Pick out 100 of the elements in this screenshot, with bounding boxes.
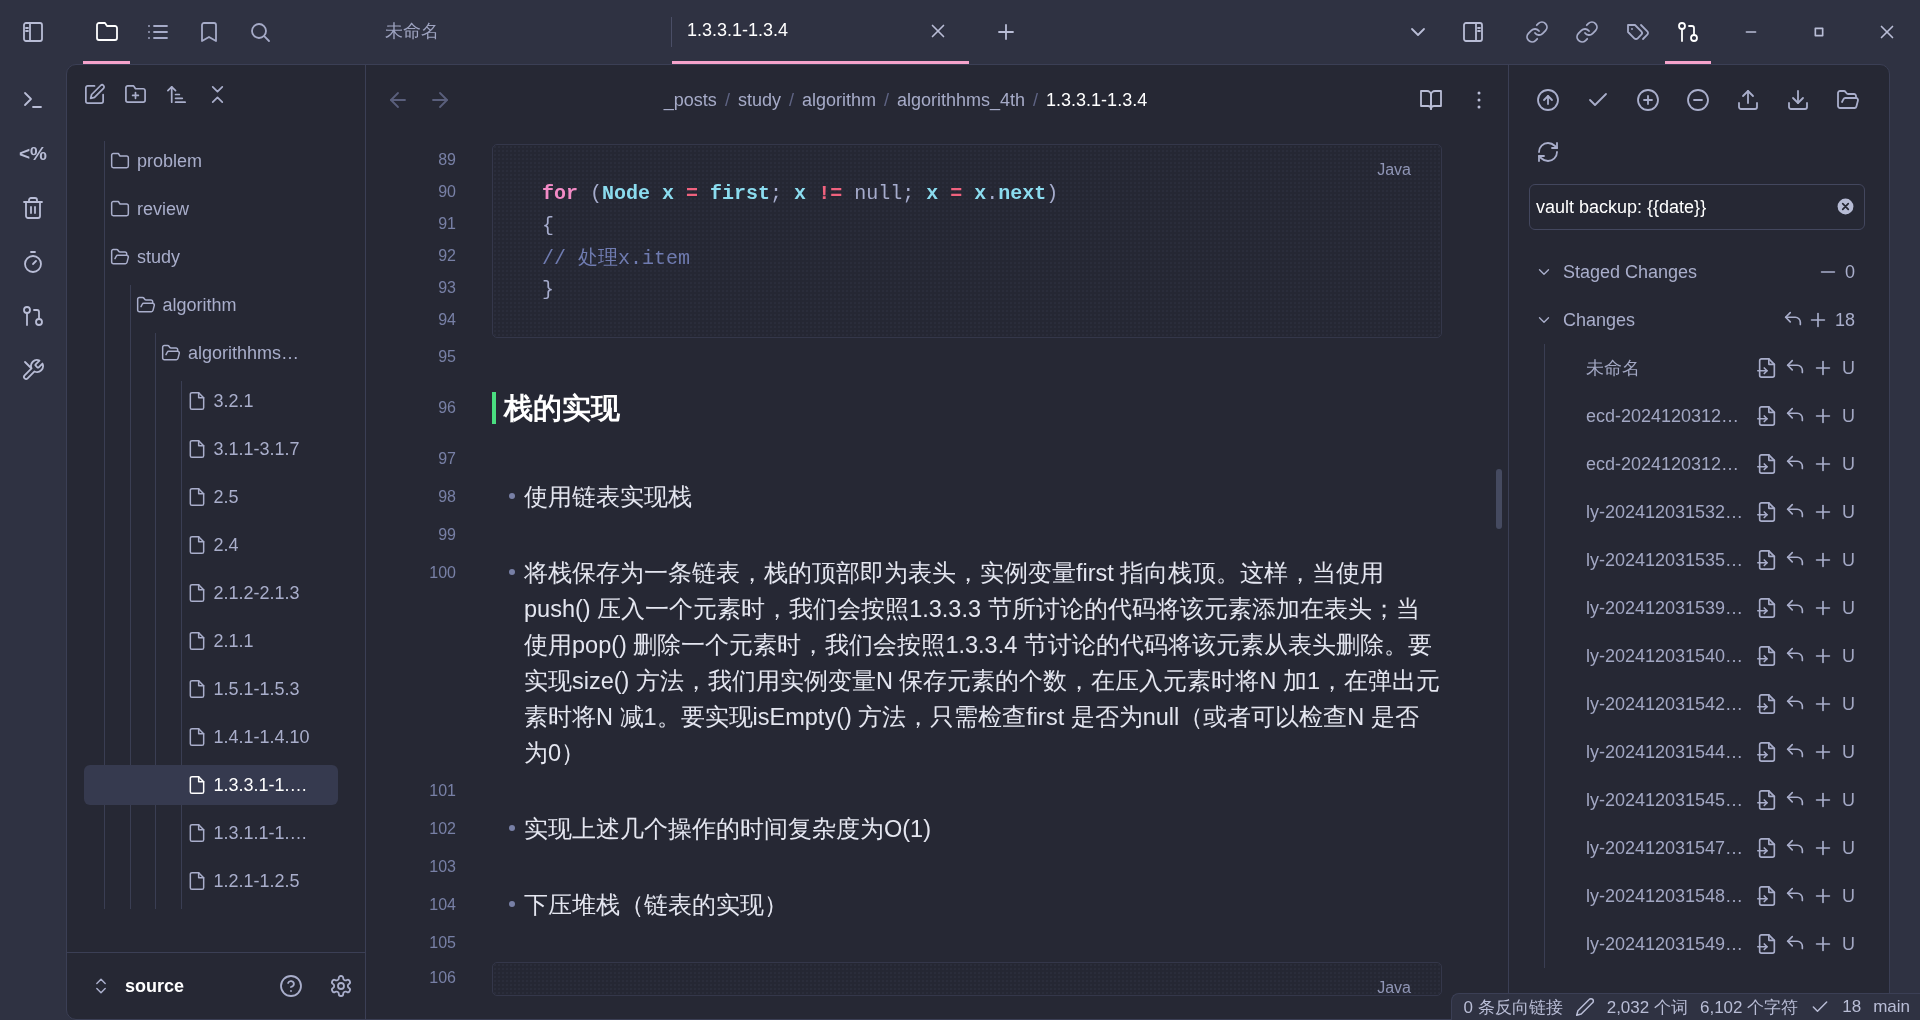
changes-count[interactable]: 18 <box>1842 997 1862 1017</box>
file-item[interactable]: 2.1.1 <box>84 621 338 661</box>
changed-file-name[interactable]: ly-202412031544… <box>1586 741 1744 763</box>
line-number: 92 <box>437 246 456 266</box>
upload-icon[interactable] <box>1736 88 1760 112</box>
open-folder-icon <box>161 343 181 363</box>
file-item[interactable]: 3.1.1-3.1.7 <box>84 429 338 469</box>
minus-circle-icon[interactable] <box>1686 88 1710 112</box>
timer-icon[interactable] <box>21 250 45 274</box>
changed-file-name[interactable]: ly-202412031545… <box>1586 789 1744 811</box>
file-status: U <box>1842 693 1855 715</box>
changed-file-name[interactable]: ly-202412031542… <box>1586 693 1744 715</box>
arrow-up-circle-icon[interactable] <box>1536 88 1560 112</box>
branch-name[interactable]: main <box>1873 997 1910 1017</box>
breadcrumb-item[interactable]: algorithhms_4th <box>897 89 1026 111</box>
code-line: // 处理x.item <box>542 245 691 271</box>
open-file-icon[interactable] <box>1756 405 1778 427</box>
changed-file-name[interactable]: ly-202412031547… <box>1586 837 1744 859</box>
list-item-text: 实现上述几个操作的时间复杂度为O(1) <box>524 815 931 844</box>
breadcrumb-item[interactable]: 1.3.3.1-1.3.4 <box>1046 89 1148 111</box>
line-number: 97 <box>437 449 456 469</box>
changed-file-name[interactable]: ly-202412031549… <box>1586 933 1744 955</box>
scrollbar-thumb[interactable] <box>1496 469 1502 529</box>
download-icon[interactable] <box>1786 88 1810 112</box>
changed-file-name[interactable]: ly-202412031540… <box>1586 645 1744 667</box>
changed-file-name[interactable]: ly-202412031532… <box>1586 501 1744 523</box>
file-status: U <box>1842 453 1855 475</box>
language-label: Java <box>1377 979 1411 997</box>
trash-icon[interactable] <box>21 196 45 220</box>
file-item[interactable]: 1.5.1-1.5.3 <box>84 669 338 709</box>
open-file-icon[interactable] <box>1756 453 1778 475</box>
open-file-icon[interactable] <box>1756 789 1778 811</box>
open-file-icon[interactable] <box>1756 693 1778 715</box>
new-folder-icon[interactable] <box>124 82 147 106</box>
staged-changes-header[interactable]: Staged Changes 0 <box>1529 248 1865 296</box>
commit-message-field[interactable]: vault backup: {{date}} <box>1529 184 1865 230</box>
folder-item[interactable]: algorithhms… <box>84 333 338 373</box>
wrench-icon[interactable] <box>21 358 45 382</box>
file-item[interactable]: 1.3.3.1-1.… <box>84 765 338 805</box>
changes-header[interactable]: Changes 18 <box>1529 296 1865 344</box>
open-file-icon[interactable] <box>1756 933 1778 955</box>
changed-file-name[interactable]: ly-202412031539… <box>1586 597 1744 619</box>
folder-item[interactable]: algorithm <box>84 285 338 325</box>
code-line: } <box>542 277 554 301</box>
reading-view-icon[interactable] <box>1419 88 1443 112</box>
bullet-dot <box>509 901 515 907</box>
settings-icon[interactable] <box>329 974 353 998</box>
clear-icon[interactable] <box>1836 197 1855 216</box>
refresh-icon[interactable] <box>1536 140 1560 164</box>
bullet-dot <box>509 825 515 831</box>
folder-item[interactable]: study <box>84 237 338 277</box>
file-status: U <box>1842 741 1855 763</box>
changed-file-name[interactable]: 未命名 <box>1586 356 1640 380</box>
line-number: 106 <box>428 968 456 988</box>
open-file-icon[interactable] <box>1756 357 1778 379</box>
file-item[interactable]: 1.2.1-1.2.5 <box>84 861 338 901</box>
sidebar-toggle-icon[interactable] <box>1461 20 1485 44</box>
line-number: 103 <box>428 857 456 877</box>
changed-file-name[interactable]: ly-202412031548… <box>1586 885 1744 907</box>
changed-file-name[interactable]: ecd-2024120312… <box>1586 405 1740 427</box>
folder-icon <box>110 151 130 171</box>
link-icon <box>1575 20 1600 44</box>
git-branch-icon[interactable] <box>21 304 45 328</box>
folder-item[interactable]: problem <box>84 141 338 181</box>
new-note-icon[interactable] <box>83 82 106 106</box>
file-status: U <box>1842 597 1855 619</box>
open-file-icon[interactable] <box>1756 741 1778 763</box>
file-item[interactable]: 2.5 <box>84 477 338 517</box>
changed-file-name[interactable]: ecd-2024120312… <box>1586 453 1740 475</box>
line-number: 93 <box>437 278 456 298</box>
breadcrumb-item[interactable]: algorithm <box>801 89 876 111</box>
file-item[interactable]: 1.3.1.1-1.… <box>84 813 338 853</box>
editor-tab[interactable]: 未命名 <box>365 0 671 64</box>
sidebar-toggle-icon[interactable] <box>21 20 45 44</box>
plus-circle-icon[interactable] <box>1636 88 1660 112</box>
open-folder-icon[interactable] <box>1836 88 1860 112</box>
pencil-icon[interactable] <box>1574 997 1595 1017</box>
vault-name[interactable]: source <box>125 975 185 997</box>
open-file-icon[interactable] <box>1756 645 1778 667</box>
open-file-icon[interactable] <box>1756 837 1778 859</box>
open-file-icon[interactable] <box>1756 549 1778 571</box>
line-number: 102 <box>428 819 456 839</box>
changed-file-name[interactable]: ly-202412031535… <box>1586 549 1744 571</box>
file-item[interactable]: 2.4 <box>84 525 338 565</box>
file-status: U <box>1842 837 1855 859</box>
file-item[interactable]: 1.4.1-1.4.10 <box>84 717 338 757</box>
open-file-icon[interactable] <box>1756 501 1778 523</box>
breadcrumb-item[interactable]: study <box>737 89 781 111</box>
open-file-icon[interactable] <box>1756 885 1778 907</box>
list-item-text: 使用链表实现栈 <box>524 483 692 512</box>
help-icon[interactable] <box>279 974 303 998</box>
line-number: 91 <box>437 214 456 234</box>
backlinks-count[interactable]: 0 条反向链接 <box>1463 995 1563 1019</box>
breadcrumb-item[interactable]: _posts <box>663 89 717 111</box>
file-item[interactable]: 2.1.2-2.1.3 <box>84 573 338 613</box>
file-item[interactable]: 3.2.1 <box>84 381 338 421</box>
open-file-icon[interactable] <box>1756 597 1778 619</box>
word-count: 2,032 个词 <box>1606 996 1688 1019</box>
folder-item[interactable]: review <box>84 189 338 229</box>
ribbon-button[interactable]: <% <box>19 142 47 166</box>
